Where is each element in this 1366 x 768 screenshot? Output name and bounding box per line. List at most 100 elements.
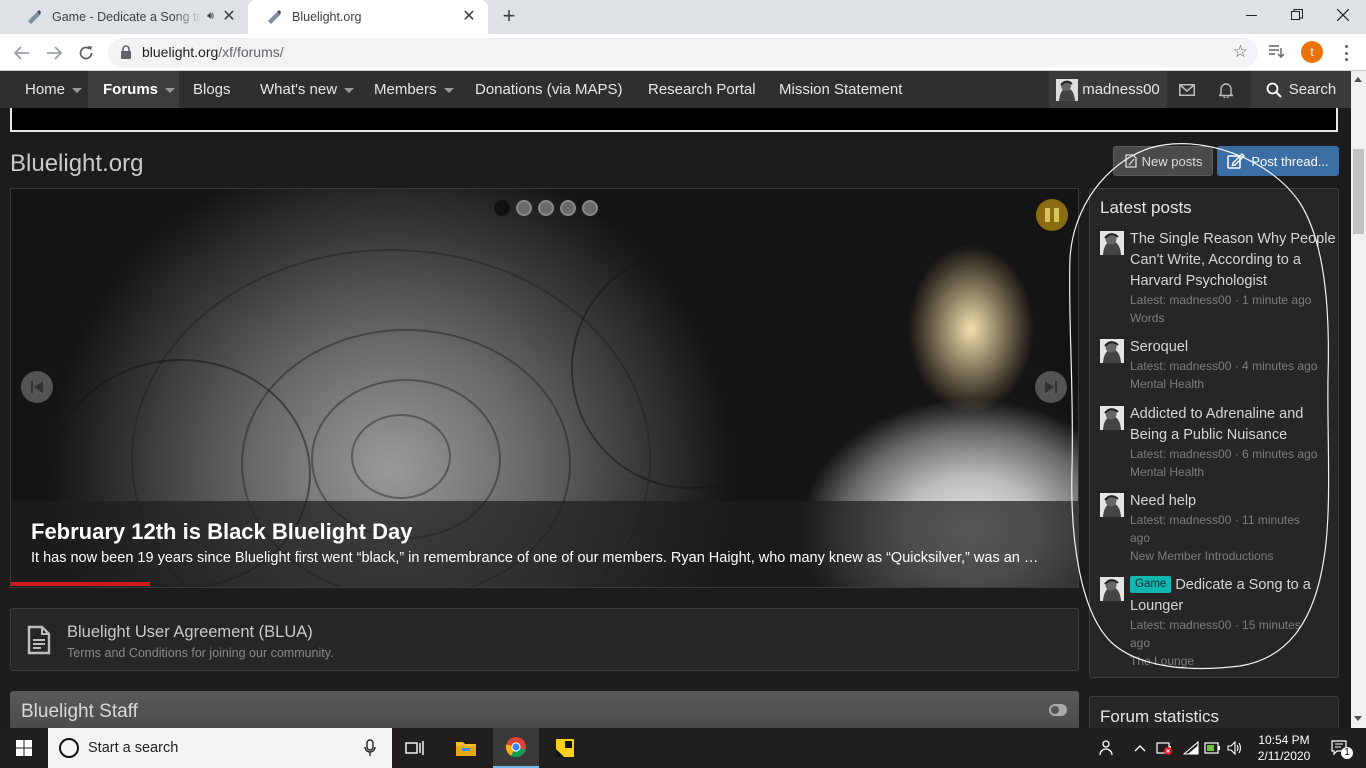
taskbar-search-box[interactable]: Start a search bbox=[48, 728, 392, 768]
next-slide-icon[interactable] bbox=[1035, 371, 1067, 403]
close-window-icon[interactable] bbox=[1320, 0, 1366, 30]
volume-icon[interactable] bbox=[1224, 728, 1246, 768]
reload-icon[interactable] bbox=[74, 41, 98, 65]
lock-icon[interactable] bbox=[120, 45, 132, 59]
slider-dot[interactable] bbox=[516, 200, 532, 216]
post-latest[interactable]: Latest: madness00 · 1 minute ago bbox=[1130, 291, 1336, 309]
slider-dot[interactable] bbox=[560, 200, 576, 216]
chevron-down-icon[interactable] bbox=[72, 87, 83, 93]
close-tab-icon[interactable]: ✕ bbox=[460, 8, 478, 26]
windows-start-icon[interactable] bbox=[0, 728, 48, 768]
profile-avatar[interactable]: t bbox=[1301, 41, 1323, 63]
search-button[interactable]: Search bbox=[1251, 71, 1351, 108]
post-title[interactable]: Seroquel bbox=[1130, 337, 1336, 358]
close-tab-icon[interactable]: ✕ bbox=[220, 8, 238, 26]
speaker-icon[interactable]: 🔊︎ bbox=[207, 10, 214, 23]
forum-statistics-widget: Forum statistics bbox=[1089, 696, 1339, 728]
nav-forums[interactable]: Forums bbox=[88, 71, 179, 108]
battery-warning-icon[interactable] bbox=[1154, 728, 1176, 768]
post-forum[interactable]: The Lounge bbox=[1130, 652, 1336, 670]
compose-icon bbox=[1227, 153, 1246, 169]
nav-blogs[interactable]: Blogs bbox=[193, 71, 231, 108]
post-latest[interactable]: Latest: madness00 · 6 minutes ago bbox=[1130, 445, 1336, 463]
nav-home[interactable]: Home bbox=[0, 71, 92, 108]
pause-icon[interactable] bbox=[1036, 199, 1068, 231]
avatar[interactable] bbox=[1100, 406, 1124, 430]
chevron-down-icon[interactable] bbox=[344, 87, 355, 93]
battery-icon[interactable] bbox=[1202, 728, 1224, 768]
scroll-down-icon[interactable] bbox=[1354, 716, 1362, 721]
user-agreement-link[interactable]: Bluelight User Agreement (BLUA) Terms an… bbox=[10, 608, 1079, 671]
taskbar-clock[interactable]: 10:54 PM 2/11/2020 bbox=[1246, 732, 1322, 764]
reading-list-icon[interactable] bbox=[1268, 43, 1284, 59]
collapse-toggle-icon[interactable] bbox=[1049, 704, 1067, 716]
section-header-staff[interactable]: Bluelight Staff bbox=[10, 691, 1079, 728]
post-latest[interactable]: Latest: madness00 · 11 minutes ago bbox=[1130, 511, 1320, 547]
post-latest[interactable]: Latest: madness00 · 15 minutes ago bbox=[1130, 616, 1320, 652]
action-center-icon[interactable]: 1 bbox=[1320, 728, 1360, 768]
post-title[interactable]: The Single Reason Why People Can't Write… bbox=[1130, 229, 1336, 292]
scroll-thumb[interactable] bbox=[1353, 149, 1364, 234]
inbox-envelope-icon[interactable] bbox=[1167, 71, 1207, 108]
notification-count: 1 bbox=[1341, 747, 1353, 759]
post-title[interactable]: Need help bbox=[1130, 491, 1336, 512]
new-posts-button[interactable]: New posts bbox=[1113, 146, 1213, 176]
url-text: bluelight.org/xf/forums/ bbox=[142, 44, 284, 60]
alerts-bell-icon[interactable] bbox=[1207, 71, 1245, 108]
sticky-notes-icon[interactable] bbox=[542, 728, 588, 768]
chevron-up-icon[interactable] bbox=[1130, 728, 1150, 768]
wifi-icon[interactable] bbox=[1180, 728, 1202, 768]
clock-time: 10:54 PM bbox=[1258, 733, 1310, 747]
slider-dot[interactable] bbox=[538, 200, 554, 216]
minimize-icon[interactable] bbox=[1228, 0, 1274, 30]
back-arrow-icon[interactable] bbox=[10, 41, 34, 65]
new-tab-plus-icon[interactable]: + bbox=[498, 5, 520, 28]
people-icon[interactable] bbox=[1092, 728, 1118, 768]
post-forum[interactable]: New Member Introductions bbox=[1130, 547, 1336, 565]
latest-posts-widget: Latest posts The Single Reason Why Peopl… bbox=[1089, 188, 1339, 678]
post-forum[interactable]: Mental Health bbox=[1130, 375, 1336, 393]
prefix-badge[interactable]: Game bbox=[1130, 576, 1172, 593]
post-forum[interactable]: Words bbox=[1130, 309, 1336, 327]
previous-slide-icon[interactable] bbox=[21, 371, 53, 403]
nav-research-portal[interactable]: Research Portal bbox=[648, 71, 756, 108]
windows-taskbar: Start a search 10:54 PM 2/11/2020 1 bbox=[0, 728, 1366, 768]
post-thread-button[interactable]: Post thread... bbox=[1217, 146, 1339, 176]
address-bar[interactable]: bluelight.org/xf/forums/ ☆ bbox=[108, 38, 1258, 67]
account-menu[interactable]: madness00 bbox=[1049, 71, 1167, 108]
agreement-title[interactable]: Bluelight User Agreement (BLUA) bbox=[67, 623, 313, 642]
page-scrollbar[interactable] bbox=[1351, 71, 1366, 728]
forward-arrow-icon[interactable] bbox=[42, 41, 66, 65]
task-view-icon[interactable] bbox=[392, 728, 438, 768]
nav-whats-new[interactable]: What's new bbox=[260, 71, 355, 108]
nav-members[interactable]: Members bbox=[374, 71, 454, 108]
slide-title[interactable]: February 12th is Black Bluelight Day bbox=[31, 519, 412, 545]
avatar[interactable] bbox=[1100, 577, 1124, 601]
chrome-icon[interactable] bbox=[493, 728, 539, 768]
browser-tab-game[interactable]: Game - Dedicate a Song to a Lounger 🔊︎ ✕ bbox=[8, 0, 248, 34]
featured-slider[interactable]: February 12th is Black Bluelight Day It … bbox=[10, 188, 1079, 588]
site-navigation: Home Forums Blogs What's new Members Don… bbox=[0, 71, 1351, 108]
slider-dot[interactable] bbox=[582, 200, 598, 216]
avatar[interactable] bbox=[1100, 493, 1124, 517]
restore-icon[interactable] bbox=[1274, 0, 1320, 30]
chevron-down-icon[interactable] bbox=[443, 87, 454, 93]
scroll-up-icon[interactable] bbox=[1354, 77, 1362, 82]
nav-donations[interactable]: Donations (via MAPS) bbox=[475, 71, 623, 108]
post-title[interactable]: Addicted to Adrenaline and Being a Publi… bbox=[1130, 404, 1336, 446]
microphone-icon[interactable] bbox=[364, 739, 376, 757]
post-forum[interactable]: Mental Health bbox=[1130, 463, 1336, 481]
chevron-down-icon[interactable] bbox=[165, 87, 176, 93]
post-latest[interactable]: Latest: madness00 · 4 minutes ago bbox=[1130, 357, 1336, 375]
avatar[interactable] bbox=[1100, 339, 1124, 363]
browser-tab-bluelight[interactable]: Bluelight.org ✕ bbox=[248, 0, 488, 34]
slider-dot[interactable] bbox=[494, 200, 510, 216]
avatar[interactable] bbox=[1100, 231, 1124, 255]
bookmark-star-icon[interactable]: ☆ bbox=[1233, 42, 1248, 62]
slide-caption[interactable]: February 12th is Black Bluelight Day It … bbox=[11, 501, 1078, 587]
post-title[interactable]: Game Dedicate a Song to a Lounger bbox=[1130, 575, 1336, 617]
section-title[interactable]: Bluelight Staff bbox=[21, 701, 138, 723]
chrome-menu-icon[interactable] bbox=[1336, 43, 1356, 63]
nav-mission-statement[interactable]: Mission Statement bbox=[779, 71, 902, 108]
file-explorer-icon[interactable] bbox=[443, 728, 489, 768]
